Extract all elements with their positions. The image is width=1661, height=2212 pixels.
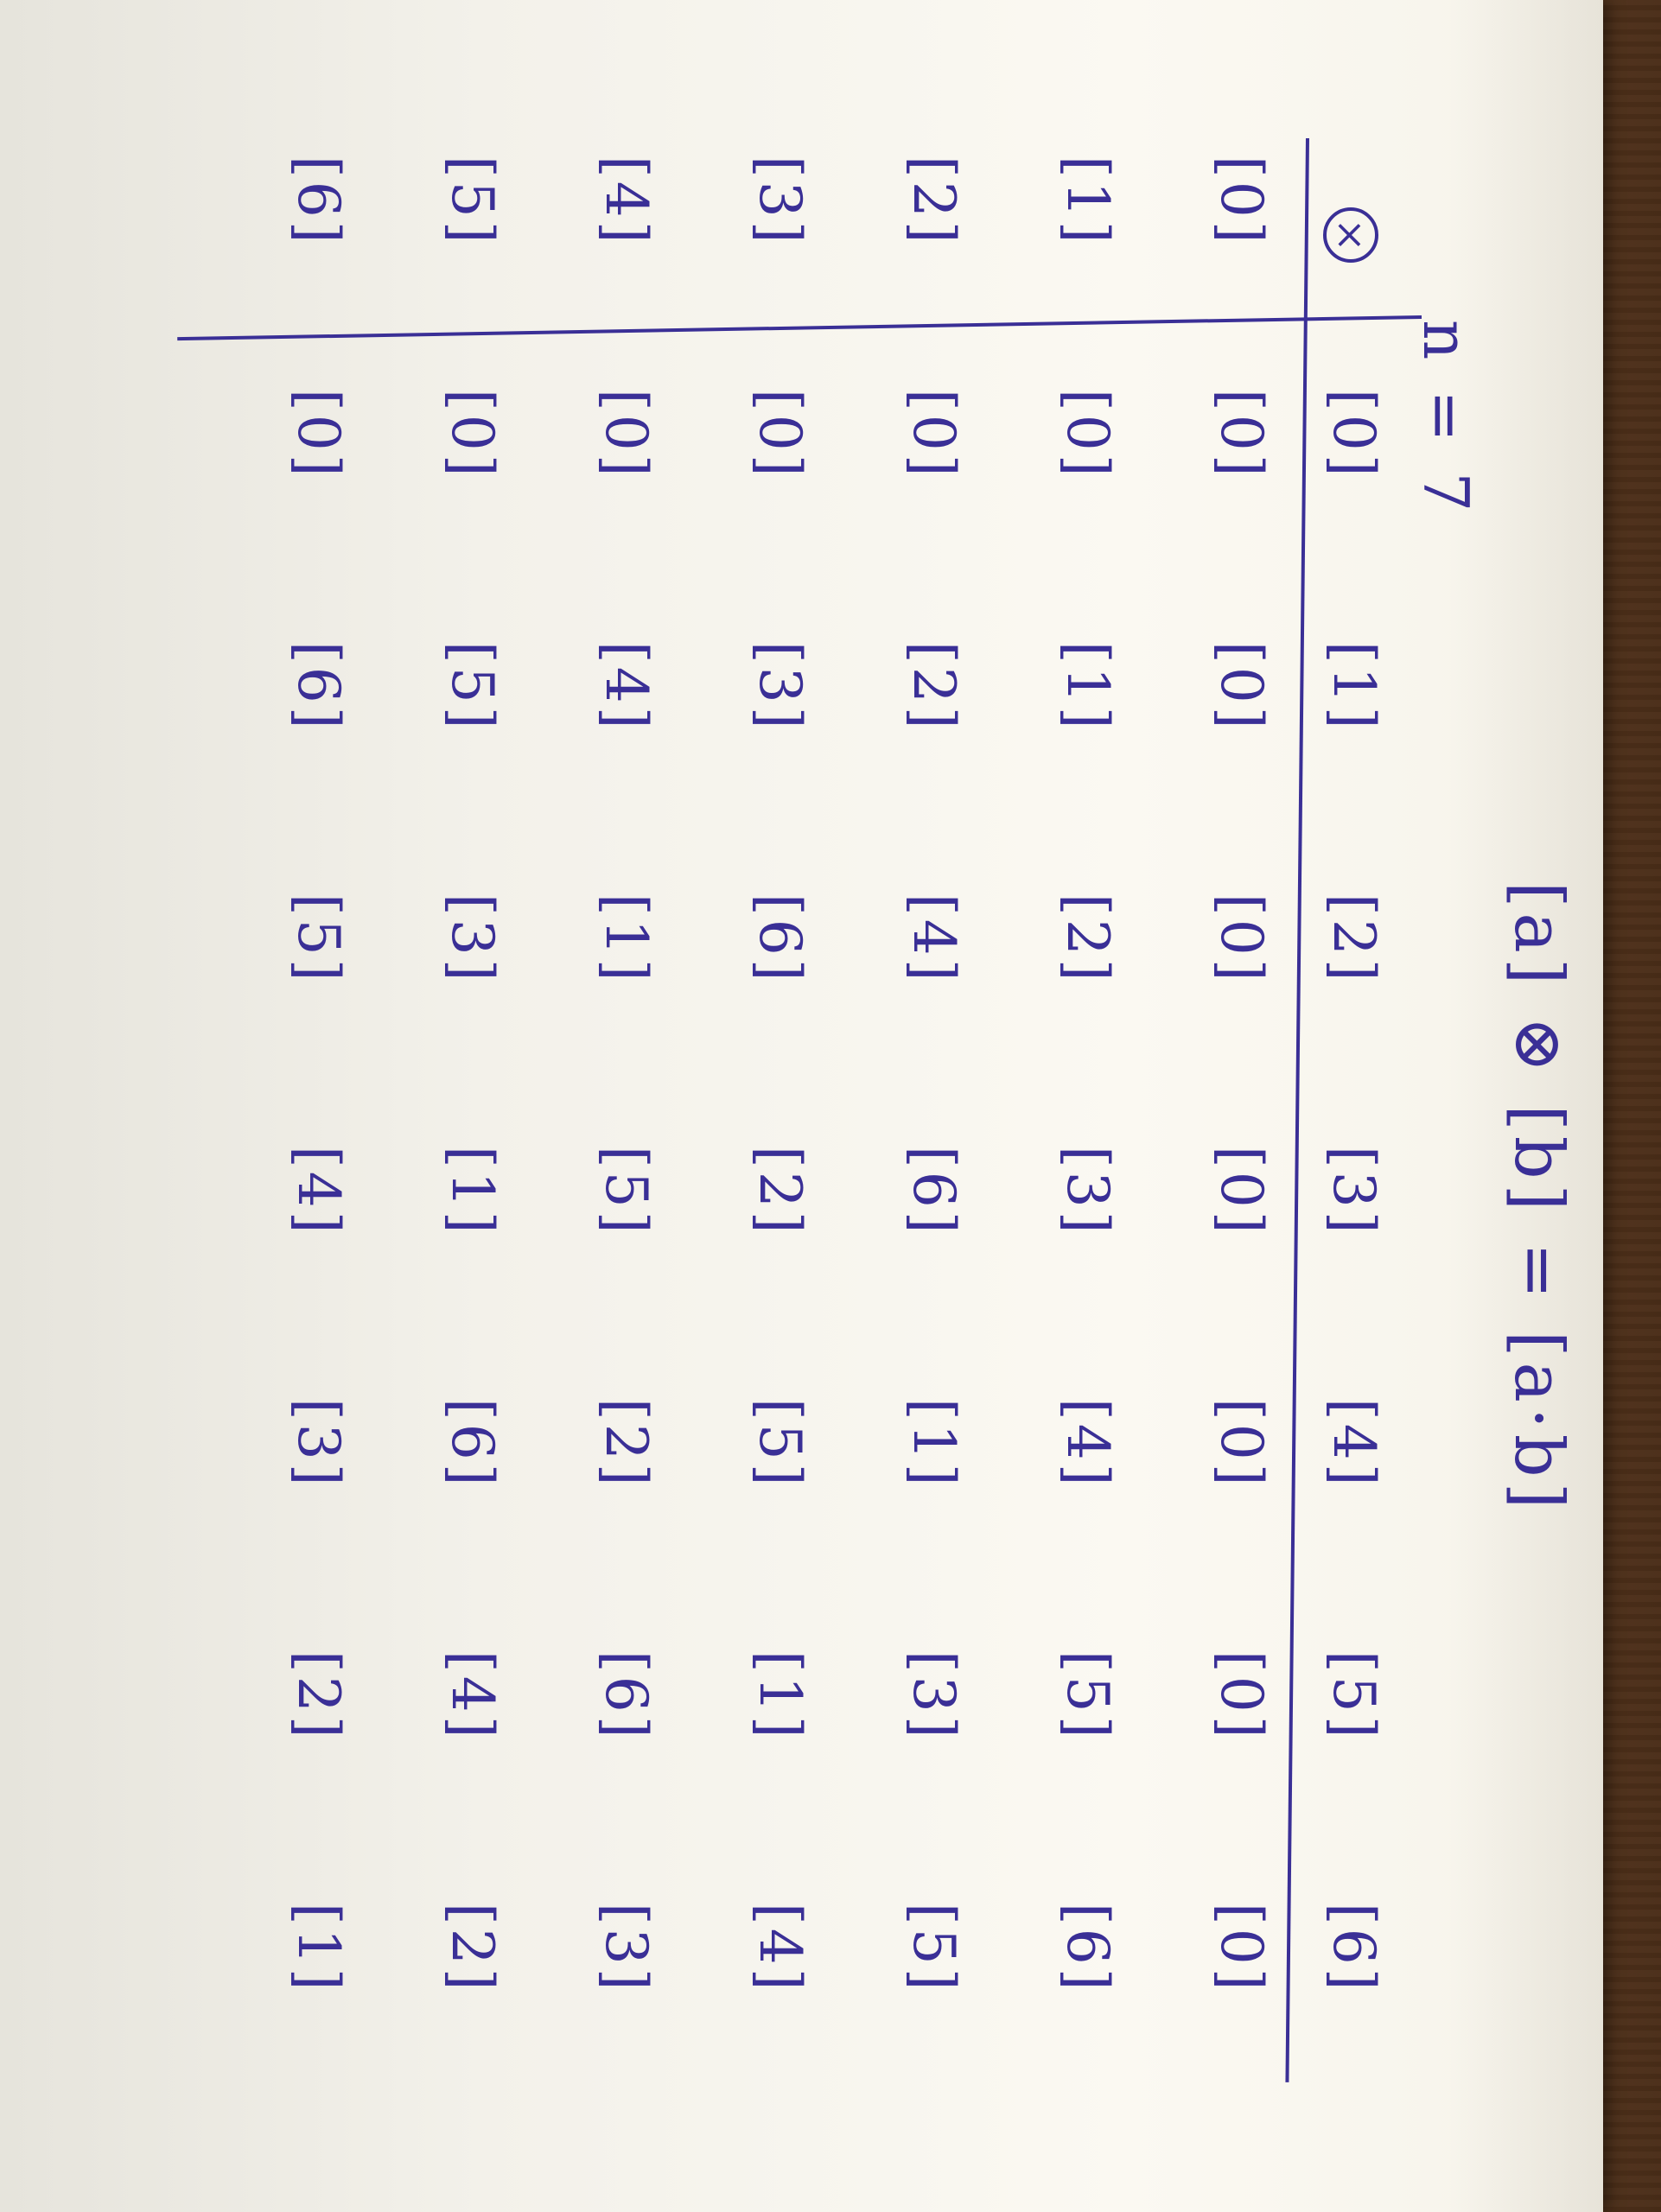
table-cell: [2] [1054,893,1121,985]
table-cell: [0] [1054,389,1121,480]
table-cell: [4] [901,893,967,985]
column-header: [5] [1321,1650,1387,1742]
table-cell: [1] [439,1146,506,1237]
table-cell: [0] [1208,1398,1275,1490]
table-cell: [3] [593,1903,659,1994]
column-header: [4] [1321,1398,1387,1490]
table-cell: [5] [747,1398,813,1490]
table-cell: [4] [439,1650,506,1742]
multiplication-table: [0] [1] [2] [3] [4] [5] [6] [0] [1] [2] [3] [4] [5] [… [177,137,1422,2082]
table-cell: [0] [285,389,352,480]
row-header: [2] [901,156,967,247]
row-header: [5] [439,156,506,247]
table-cell: [3] [747,641,813,733]
row-header: [0] [1208,156,1275,247]
table-cell: [1] [285,1903,352,1994]
table-cell: [1] [593,893,659,985]
row-header: [4] [593,156,659,247]
table-cell: [5] [901,1903,967,1994]
row-header: [6] [285,156,352,247]
table-cell: [6] [439,1398,506,1490]
table-cell: [0] [1208,641,1275,733]
table-cell: [4] [747,1903,813,1994]
table-cell: [6] [747,893,813,985]
table-cell: [5] [1054,1650,1121,1742]
table-cell: [2] [901,641,967,733]
table-cell: [4] [593,641,659,733]
table-cell: [3] [901,1650,967,1742]
table-cell: [0] [901,389,967,480]
table-cell: [6] [1054,1903,1121,1994]
row-header-divider-line [177,315,1422,341]
table-cell: [5] [593,1146,659,1237]
table-cell: [5] [285,893,352,985]
table-cell: [4] [1054,1398,1121,1490]
row-header: [3] [747,156,813,247]
modulus-label: n = 7 [1410,320,1482,518]
column-header: [6] [1321,1903,1387,1994]
table-cell: [6] [285,641,352,733]
table-cell: [0] [593,389,659,480]
table-cell: [0] [1208,1650,1275,1742]
table-cell: [1] [901,1398,967,1490]
table-cell: [3] [285,1398,352,1490]
table-cell: [6] [901,1146,967,1237]
table-cell: [3] [1054,1146,1121,1237]
table-cell: [2] [285,1650,352,1742]
table-cell: [5] [439,641,506,733]
table-cell: [2] [439,1903,506,1994]
table-cell: [2] [593,1398,659,1490]
equation-title: [a] ⊗ [b] = [a·b] [1499,881,1577,1515]
table-cell: [0] [1208,1146,1275,1237]
column-header: [0] [1321,389,1387,480]
table-cell: [6] [593,1650,659,1742]
column-header: [3] [1321,1146,1387,1237]
table-cell: [0] [1208,389,1275,480]
table-cell: [4] [285,1146,352,1237]
table-cell: [0] [439,389,506,480]
row-header: [1] [1054,156,1121,247]
table-cell: [0] [747,389,813,480]
table-cell: [1] [1054,641,1121,733]
header-divider-line [1285,137,1309,2082]
table-cell: [0] [1208,893,1275,985]
column-header: [1] [1321,641,1387,733]
table-cell: [3] [439,893,506,985]
table-cell: [2] [747,1146,813,1237]
table-cell: [0] [1208,1903,1275,1994]
handwritten-page: [a] ⊗ [b] = [a·b] n = 7 × [0] [1] [2] [3] [4… [117,35,1603,2160]
table-cell: [1] [747,1650,813,1742]
column-header: [2] [1321,893,1387,985]
